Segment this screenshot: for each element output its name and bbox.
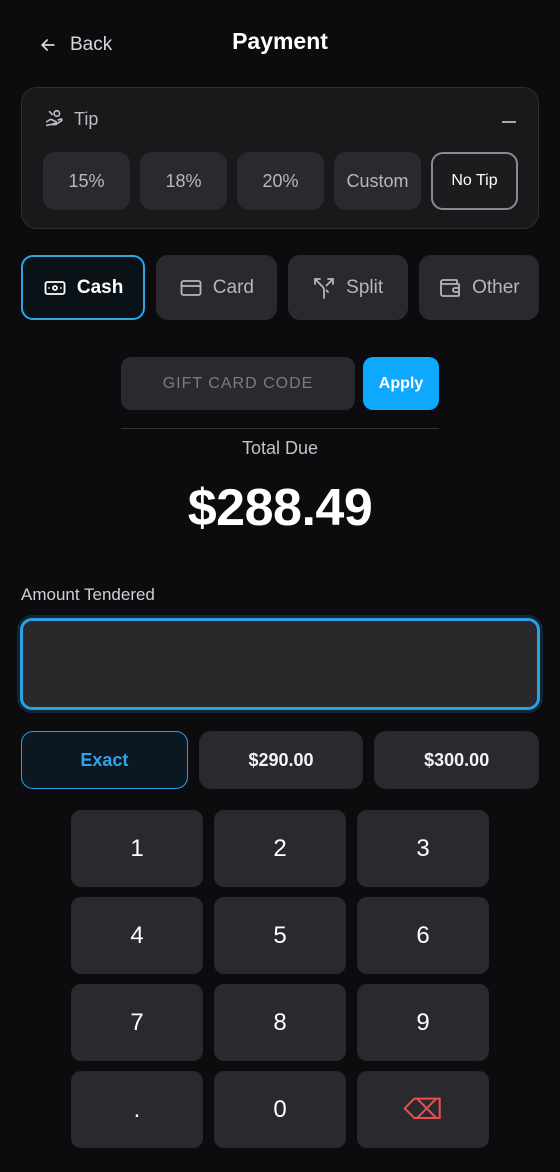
method-cash-label: Cash <box>76 276 124 298</box>
amount-tendered-input[interactable] <box>20 618 540 710</box>
method-other[interactable]: Other <box>418 255 539 320</box>
apply-gift-card-button[interactable]: Apply <box>363 357 439 410</box>
key-9[interactable]: 9 <box>357 984 489 1061</box>
wallet-icon <box>440 278 461 297</box>
method-split-label: Split <box>346 276 384 298</box>
divider <box>121 428 439 429</box>
key-decimal[interactable]: . <box>71 1071 203 1148</box>
tip-options: 15% 18% 20% Custom No Tip <box>43 152 518 210</box>
tip-option-15[interactable]: 15% <box>43 152 130 210</box>
amount-tendered-label: Amount Tendered <box>21 585 155 604</box>
tip-option-20[interactable]: 20% <box>237 152 324 210</box>
key-5[interactable]: 5 <box>214 897 346 974</box>
total-due-label: Total Due <box>241 438 319 458</box>
method-other-label: Other <box>472 276 520 298</box>
method-card[interactable]: Card <box>156 255 277 320</box>
tip-option-18[interactable]: 18% <box>140 152 227 210</box>
key-6[interactable]: 6 <box>357 897 489 974</box>
tip-label: Tip <box>74 108 99 129</box>
keypad: 1 2 3 4 5 6 7 8 9 . 0 ⌫ <box>71 810 489 1148</box>
total-due-value: $288.49 <box>187 479 373 537</box>
tip-header: Tip <box>44 108 98 130</box>
method-cash[interactable]: Cash <box>21 255 146 320</box>
collapse-tip-button[interactable] <box>502 121 516 123</box>
key-backspace[interactable]: ⌫ <box>357 1071 489 1148</box>
quick-amounts: Exact $290.00 $300.00 <box>21 731 540 789</box>
gift-card-code-input[interactable] <box>121 357 355 410</box>
payment-methods: Cash Card Split Other <box>21 255 539 320</box>
key-7[interactable]: 7 <box>71 984 203 1061</box>
tip-option-custom[interactable]: Custom <box>334 152 421 210</box>
tip-hand-icon <box>45 109 63 127</box>
key-3[interactable]: 3 <box>357 810 489 887</box>
method-card-label: Card <box>212 276 254 298</box>
tip-card: Tip 15% 18% 20% Custom No Tip <box>21 87 539 229</box>
key-2[interactable]: 2 <box>214 810 346 887</box>
card-icon <box>180 279 202 296</box>
tip-option-no-tip[interactable]: No Tip <box>431 152 518 210</box>
quick-amount-290[interactable]: $290.00 <box>198 731 364 789</box>
key-1[interactable]: 1 <box>71 810 203 887</box>
split-icon <box>314 277 335 299</box>
key-8[interactable]: 8 <box>214 984 346 1061</box>
cash-icon <box>44 280 66 295</box>
method-split[interactable]: Split <box>287 255 408 320</box>
quick-amount-exact[interactable]: Exact <box>21 731 188 789</box>
quick-amount-300[interactable]: $300.00 <box>374 731 540 789</box>
page-title: Payment <box>232 28 328 54</box>
key-0[interactable]: 0 <box>214 1071 346 1148</box>
key-4[interactable]: 4 <box>71 897 203 974</box>
